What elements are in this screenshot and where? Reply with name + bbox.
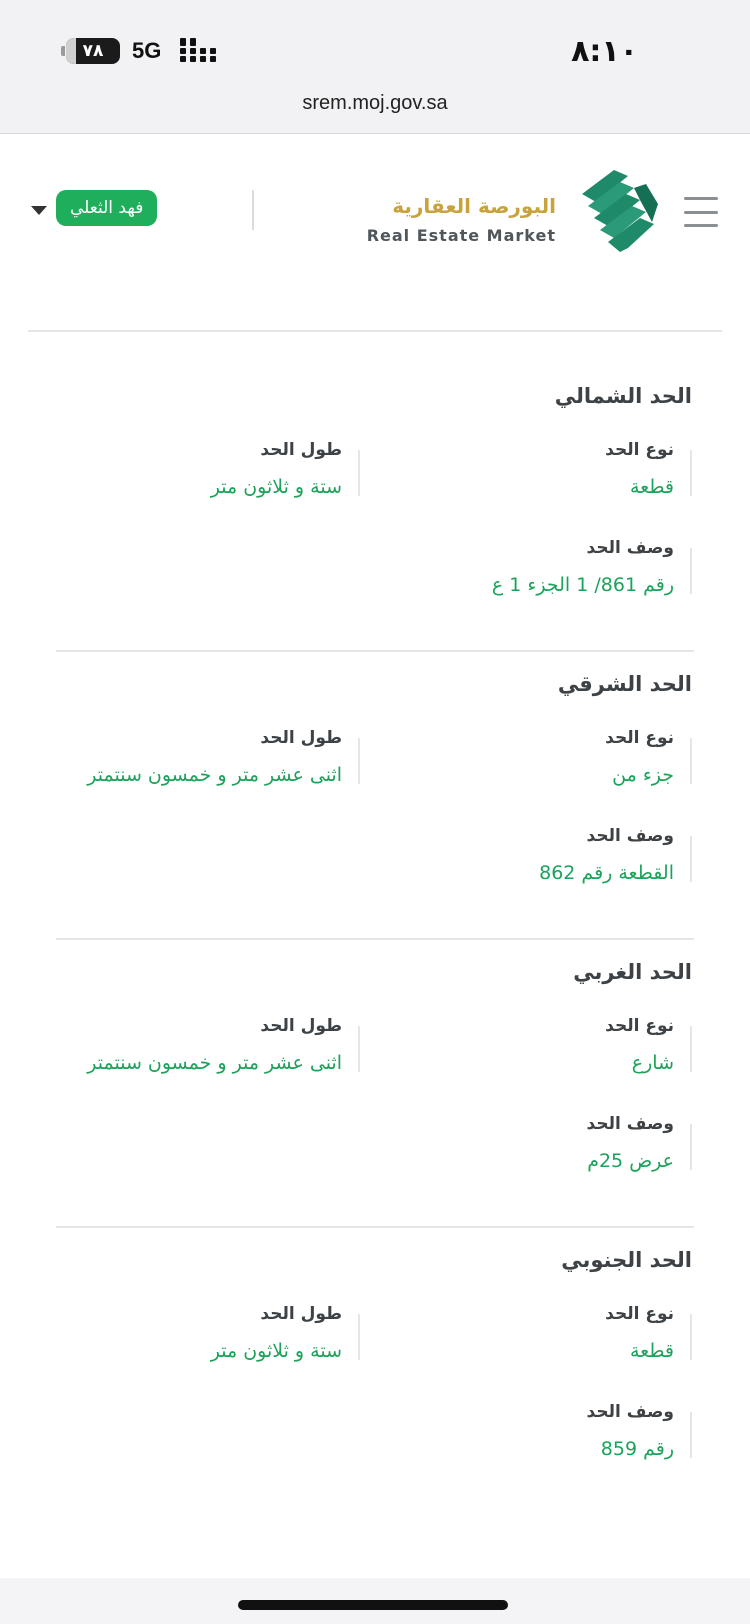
boundary-description-field: وصف الحد عرض 25م (192, 1114, 692, 1172)
real-estate-market-logo-icon[interactable] (574, 164, 666, 254)
header-rule (28, 330, 722, 332)
logo-text-english: Real Estate Market (366, 226, 556, 245)
signal-icon (180, 38, 218, 62)
status-bar: ٧٨ 5G ٨:١٠ (0, 30, 750, 70)
boundary-west: الحد الغربي نوع الحد شارع طول الحد اثنى … (0, 946, 750, 1234)
boundary-type-label: نوع الحد (605, 728, 674, 748)
boundary-type-value: جزء من (612, 764, 674, 786)
boundary-description-label: وصف الحد (586, 826, 674, 846)
clock: ٨:١٠ (571, 34, 638, 69)
section-divider (56, 1226, 694, 1228)
boundary-length-field: طول الحد اثنى عشر متر و خمسون سنتمتر (60, 728, 360, 786)
boundary-title: الحد الشمالي (554, 384, 692, 408)
boundary-type-label: نوع الحد (605, 1016, 674, 1036)
boundary-type-field: نوع الحد شارع (392, 1016, 692, 1074)
boundary-length-label: طول الحد (260, 728, 342, 748)
boundary-type-value: شارع (631, 1052, 674, 1074)
boundary-description-field: وصف الحد رقم 861/ 1 الجزء 1 ع (192, 538, 692, 596)
boundary-description-value: عرض 25م (587, 1150, 674, 1172)
boundary-description-value: رقم 859 (600, 1438, 674, 1460)
boundary-type-value: قطعة (629, 476, 674, 498)
boundary-south: الحد الجنوبي نوع الحد قطعة طول الحد ستة … (0, 1234, 750, 1522)
boundary-title: الحد الغربي (573, 960, 692, 984)
boundary-length-label: طول الحد (260, 1016, 342, 1036)
boundaries-list: الحد الشمالي نوع الحد قطعة طول الحد ستة … (0, 370, 750, 1522)
boundary-north: الحد الشمالي نوع الحد قطعة طول الحد ستة … (0, 370, 750, 658)
boundary-description-value: رقم 861/ 1 الجزء 1 ع (491, 574, 674, 596)
site-header: البورصة العقارية Real Estate Market فهد … (0, 134, 750, 284)
boundary-title: الحد الشرقي (557, 672, 692, 696)
boundary-length-field: طول الحد ستة و ثلاثون متر (60, 440, 360, 498)
battery-indicator: ٧٨ (61, 38, 120, 64)
boundary-type-value: قطعة (629, 1340, 674, 1362)
user-name-badge[interactable]: فهد الثعلي (56, 190, 158, 226)
boundary-length-label: طول الحد (260, 440, 342, 460)
boundary-description-label: وصف الحد (586, 538, 674, 558)
boundary-length-value: اثنى عشر متر و خمسون سنتمتر (87, 764, 342, 786)
battery-percent: ٧٨ (82, 41, 104, 61)
boundary-length-field: طول الحد ستة و ثلاثون متر (60, 1304, 360, 1362)
boundary-length-value: اثنى عشر متر و خمسون سنتمتر (87, 1052, 342, 1074)
boundary-type-label: نوع الحد (605, 1304, 674, 1324)
boundary-type-field: نوع الحد قطعة (392, 440, 692, 498)
boundary-title: الحد الجنوبي (561, 1248, 692, 1272)
status-area: ٧٨ 5G ٨:١٠ srem.moj.gov.sa (0, 0, 750, 134)
boundary-description-value: القطعة رقم 862 (539, 862, 674, 884)
section-divider (56, 938, 694, 940)
header-divider (252, 190, 254, 230)
boundary-description-label: وصف الحد (586, 1114, 674, 1134)
boundary-type-field: نوع الحد جزء من (392, 728, 692, 786)
address-bar-url[interactable]: srem.moj.gov.sa (0, 92, 750, 115)
boundary-length-value: ستة و ثلاثون متر (210, 476, 342, 498)
home-indicator[interactable] (238, 1600, 508, 1610)
hamburger-menu-icon[interactable] (684, 197, 718, 227)
boundary-length-label: طول الحد (260, 1304, 342, 1324)
logo-text-arabic: البورصة العقارية (392, 194, 556, 218)
boundary-description-label: وصف الحد (586, 1402, 674, 1422)
boundary-description-field: وصف الحد القطعة رقم 862 (192, 826, 692, 884)
boundary-description-field: وصف الحد رقم 859 (192, 1402, 692, 1460)
boundary-type-field: نوع الحد قطعة (392, 1304, 692, 1362)
boundary-length-value: ستة و ثلاثون متر (210, 1340, 342, 1362)
section-divider (56, 650, 694, 652)
boundary-type-label: نوع الحد (605, 440, 674, 460)
battery-level (66, 38, 76, 64)
boundary-east: الحد الشرقي نوع الحد جزء من طول الحد اثن… (0, 658, 750, 946)
boundary-length-field: طول الحد اثنى عشر متر و خمسون سنتمتر (60, 1016, 360, 1074)
chevron-down-icon[interactable] (31, 206, 47, 215)
network-type: 5G (132, 38, 162, 63)
